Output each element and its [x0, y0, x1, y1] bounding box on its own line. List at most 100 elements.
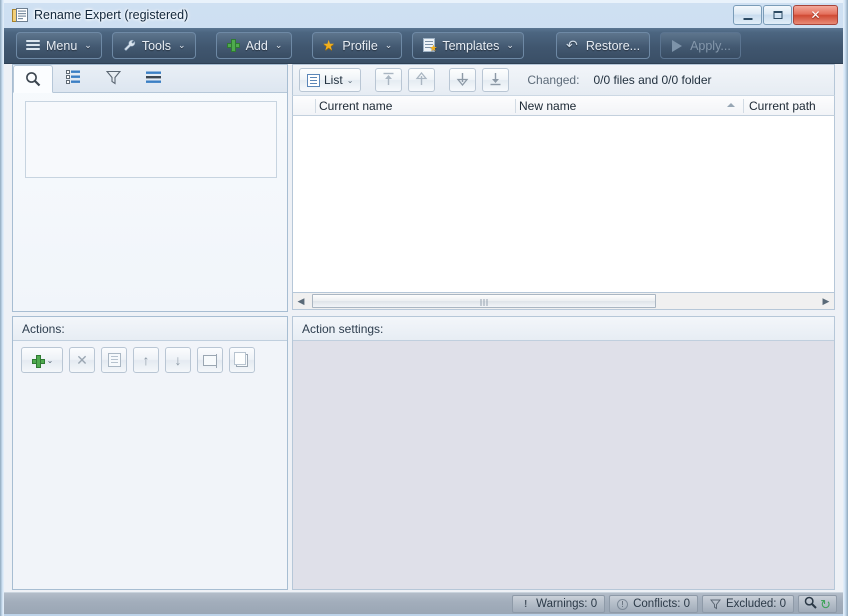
scrollbar-thumb[interactable]	[312, 294, 656, 308]
tab-filter[interactable]	[93, 65, 133, 92]
duplicate-action-button[interactable]	[229, 347, 255, 373]
window-frame: Rename Expert (registered) ✕ Menu ⌄	[0, 0, 848, 616]
play-icon	[670, 38, 685, 53]
application-window: Rename Expert (registered) ✕ Menu ⌄	[0, 0, 848, 616]
status-warnings-label: Warnings: 0	[536, 598, 597, 610]
arrow-down-icon	[456, 72, 469, 89]
status-conflicts[interactable]: ! Conflicts: 0	[609, 595, 698, 613]
restore-button[interactable]: ↷ Restore...	[556, 32, 650, 59]
menu-button-label: Menu	[46, 39, 77, 53]
conflict-icon: !	[617, 599, 628, 610]
column-header-new-name[interactable]: New name	[519, 96, 576, 115]
minimize-button[interactable]	[733, 5, 762, 25]
move-action-down-button[interactable]: ↓	[165, 347, 191, 373]
delete-action-button[interactable]: ✕	[69, 347, 95, 373]
arrow-up-icon: ↑	[143, 353, 150, 367]
rename-icon	[203, 355, 217, 366]
main-content: Actions: ⌄ ✕ ↑	[4, 64, 843, 592]
list-lines-icon	[146, 71, 161, 87]
move-to-top-button[interactable]	[375, 68, 402, 92]
minimize-icon	[743, 18, 752, 20]
source-panel-tabs	[13, 65, 287, 93]
rename-action-button[interactable]	[197, 347, 223, 373]
action-settings-panel: Action settings:	[292, 316, 835, 590]
actions-header: Actions:	[13, 317, 287, 341]
arrow-up-icon	[415, 72, 428, 89]
star-icon: ★	[322, 38, 337, 53]
view-mode-button[interactable]: List ⌄	[299, 68, 361, 92]
status-warnings[interactable]: ! Warnings: 0	[512, 595, 605, 613]
funnel-icon	[106, 70, 121, 88]
add-action-button[interactable]: ⌄	[21, 347, 63, 373]
maximize-icon	[773, 11, 782, 19]
profile-button[interactable]: ★ Profile ⌄	[312, 32, 402, 59]
changed-label: Changed:	[527, 73, 579, 87]
app-icon	[12, 8, 28, 23]
hamburger-icon	[26, 38, 41, 53]
scroll-left-arrow[interactable]: ◀	[293, 293, 309, 309]
templates-button[interactable]: ★ Templates ⌄	[412, 32, 524, 59]
tab-list[interactable]	[133, 65, 173, 92]
maximize-button[interactable]	[763, 5, 792, 25]
apply-button[interactable]: Apply...	[660, 32, 741, 59]
file-list-panel: List ⌄	[292, 64, 835, 312]
move-up-button[interactable]	[408, 68, 435, 92]
status-conflicts-label: Conflicts: 0	[633, 598, 690, 610]
scroll-right-arrow[interactable]: ▶	[818, 293, 834, 309]
restore-button-label: Restore...	[586, 39, 640, 53]
move-action-up-button[interactable]: ↑	[133, 347, 159, 373]
profile-button-label: Profile	[342, 39, 377, 53]
arrow-to-bottom-icon	[489, 72, 502, 89]
wrench-icon	[122, 38, 137, 53]
status-search-refresh[interactable]: ↻	[798, 595, 837, 613]
source-listbox[interactable]	[25, 101, 277, 178]
window-controls: ✕	[733, 5, 838, 26]
chevron-down-icon: ⌄	[178, 40, 186, 51]
file-list-toolbar: List ⌄	[292, 64, 835, 95]
status-bar: ! Warnings: 0 ! Conflicts: 0 Excluded: 0	[4, 592, 843, 614]
add-button-label: Add	[246, 39, 268, 53]
undo-icon: ↷	[566, 38, 581, 53]
file-list-grid[interactable]	[292, 116, 835, 292]
view-mode-label: List	[324, 73, 343, 87]
frame-right-edge	[843, 0, 848, 616]
scrollbar-track[interactable]	[309, 293, 818, 309]
changed-value: 0/0 files and 0/0 folder	[593, 73, 711, 87]
add-button[interactable]: Add ⌄	[216, 32, 293, 59]
green-plus-icon	[31, 354, 44, 367]
window-title: Rename Expert (registered)	[34, 7, 188, 24]
arrow-to-top-icon	[382, 72, 395, 89]
list-view-icon	[307, 74, 320, 87]
column-header-current-path[interactable]: Current path	[749, 96, 816, 115]
chevron-down-icon: ⌄	[84, 40, 92, 51]
tab-tree[interactable]	[53, 65, 93, 92]
sort-ascending-icon	[727, 103, 735, 107]
document-x-icon	[108, 353, 121, 367]
column-divider[interactable]	[315, 99, 316, 113]
chevron-down-icon: ⌄	[506, 40, 514, 51]
close-button[interactable]: ✕	[793, 5, 838, 25]
column-header-current-name[interactable]: Current name	[319, 96, 392, 115]
apply-button-label: Apply...	[690, 39, 731, 53]
actions-panel: Actions: ⌄ ✕ ↑	[12, 316, 288, 590]
clear-actions-button[interactable]	[101, 347, 127, 373]
column-divider[interactable]	[743, 99, 744, 113]
tools-button[interactable]: Tools ⌄	[112, 32, 196, 59]
action-settings-header: Action settings:	[293, 317, 834, 341]
copy-icon	[236, 354, 248, 367]
search-icon	[804, 596, 817, 612]
arrow-down-icon: ↓	[175, 353, 182, 367]
close-icon: ✕	[810, 9, 820, 21]
menu-button[interactable]: Menu ⌄	[16, 32, 102, 59]
chevron-down-icon: ⌄	[275, 40, 283, 51]
move-to-bottom-button[interactable]	[482, 68, 509, 92]
actions-toolbar: ⌄ ✕ ↑ ↓	[21, 347, 255, 373]
status-excluded[interactable]: Excluded: 0	[702, 595, 794, 613]
title-bar[interactable]: Rename Expert (registered) ✕	[4, 3, 843, 28]
column-divider[interactable]	[515, 99, 516, 113]
main-toolbar: Menu ⌄ Tools ⌄ Add	[4, 28, 843, 64]
refresh-icon: ↻	[820, 598, 831, 611]
file-list-hscrollbar[interactable]: ◀ ▶	[292, 292, 835, 310]
tab-search[interactable]	[13, 65, 53, 93]
move-down-button[interactable]	[449, 68, 476, 92]
